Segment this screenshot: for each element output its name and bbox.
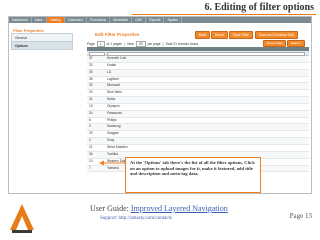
page-number: Page 13 [289,212,312,220]
pager-page-label: Page [87,42,95,46]
option-name-cell: Panasonic [107,110,122,115]
nav-item-dashboard[interactable]: Dashboard [9,17,32,23]
footer-support: Support: http://amasty.com/contacts [100,216,172,221]
table-row[interactable]: 21 Steve Madden [87,145,309,152]
table-row[interactable]: 29 Seagate [87,131,309,139]
table-row[interactable]: 35 LG [87,69,309,77]
option-name-cell: Steve Madden [107,144,128,149]
option-id-cell: 35 [89,69,93,74]
name-filter-input[interactable] [107,51,305,56]
grid-filter-row [87,51,309,56]
option-name-cell: Samsung [107,124,121,129]
nav-item-customers[interactable]: Customers [65,17,87,23]
option-name-cell: Microsoft [107,83,120,88]
option-name-cell: Nokia [107,97,116,102]
option-name-cell: Seagate [107,131,119,136]
callout-arrow [99,160,125,166]
table-row[interactable]: 20 Nine West [87,90,309,98]
table-row[interactable]: 3 Samsung [87,124,309,132]
option-name-cell: Olympus [107,103,120,108]
footer-support-prefix: Support: [100,216,118,221]
pager-separator: | [123,42,125,46]
nav-item-promotions[interactable]: Promotions [87,17,111,23]
table-row[interactable]: 33 Kodak [87,63,309,70]
reset-button[interactable]: Reset [211,31,228,39]
option-name-cell: Nine West [107,90,122,95]
nav-item-reports[interactable]: Reports [146,17,165,23]
option-name-cell: Sony [107,138,115,143]
option-id-cell: 29 [89,131,93,136]
table-row[interactable]: 32 Microsoft [87,83,309,91]
table-row[interactable]: 6 Philips [87,118,309,125]
save-filter-button[interactable]: Save Filter [229,31,253,39]
table-row[interactable]: 2 Sony [87,138,309,145]
option-id-cell: 37 [89,56,93,60]
table-row[interactable]: 31 Nokia [87,97,309,104]
save-continue-button[interactable]: Save and Continue Edit [255,31,298,39]
footer-guide-prefix: User Guide: [90,204,129,213]
table-row[interactable]: 38 Logitech [87,77,309,84]
title-divider [132,14,316,15]
option-id-cell: 6 [89,117,91,122]
option-id-cell: 21 [89,144,93,149]
option-name-cell: Kodak [107,62,117,67]
option-name-cell: LG [107,69,112,74]
options-grid: 37 Kenneth Cole 33 Kodak 35 LG 38 Logitech 32 Mic… [87,47,309,173]
option-name-cell: Logitech [107,76,120,81]
back-button[interactable]: Back [195,31,211,39]
guide-link[interactable]: Improved Layered Navigation [131,204,228,213]
pager-of-pages: of 1 pages [106,42,122,46]
footer-guide: User Guide: Improved Layered Navigation [90,204,228,213]
search-button[interactable]: Search [287,40,305,47]
option-id-cell: 3 [89,124,91,129]
option-id-cell: 38 [89,76,93,81]
admin-screenshot: Dashboard Sales Catalog Customers Promot… [8,16,312,194]
reset-filter-button[interactable]: Reset Filter [263,40,287,47]
page-title: Edit Filter Properties [95,32,140,37]
option-id-cell: 31 [89,97,93,102]
tab-options[interactable]: Options [11,41,73,50]
option-id-cell: 19 [89,103,93,108]
grid-rows: 37 Kenneth Cole 33 Kodak 35 LG 38 Logitech 32 Mic… [87,56,309,173]
option-id-cell: 2 [89,138,91,143]
pager-separator: | [162,42,164,46]
records-count: Total 21 records found [165,42,199,46]
option-id-cell: 20 [89,90,93,95]
nav-item-sales[interactable]: Sales [32,17,47,23]
id-filter-input[interactable] [89,51,105,56]
option-id-cell: 33 [89,62,93,67]
pager-per-page-label: per page [147,42,161,46]
nav-item-cms[interactable]: CMS [132,17,147,23]
amasty-logo-icon [10,204,34,233]
nav-item-catalog[interactable]: Catalog [46,17,65,23]
slide-title: 6. Editing of filter options [204,2,314,13]
table-row[interactable]: 19 Olympus [87,104,309,111]
option-name-cell: Philips [107,117,117,122]
support-link[interactable]: http://amasty.com/contacts [118,216,171,221]
nav-item-system[interactable]: System [164,17,183,23]
table-row[interactable]: 37 Kenneth Cole [87,56,309,63]
table-row[interactable]: 24 Panasonic [87,110,309,118]
top-nav: Dashboard Sales Catalog Customers Promot… [9,17,311,23]
sidebar: Filter Properties General Options [11,27,73,50]
pager-view-label: View [126,42,134,46]
option-name-cell: Kenneth Cole [107,56,127,60]
option-id-cell: 32 [89,83,93,88]
nav-item-newsletter[interactable]: Newsletter [110,17,133,23]
option-id-cell: 24 [89,110,93,115]
callout-note: At the 'Options' tab there's the list of… [125,157,261,193]
